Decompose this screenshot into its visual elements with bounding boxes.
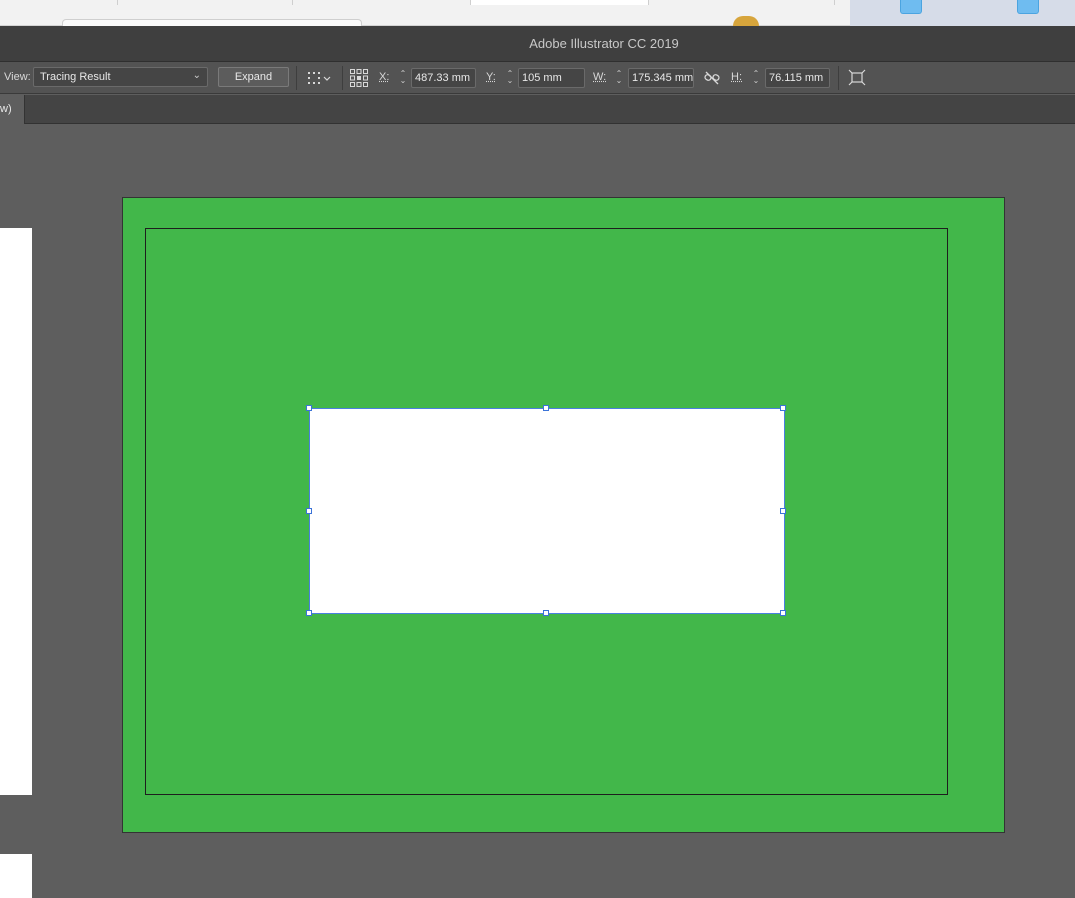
h-label: H: [731, 71, 742, 83]
selection-handle[interactable] [543, 405, 549, 411]
adjacent-artboard[interactable] [0, 854, 32, 898]
w-label: W: [593, 71, 607, 83]
folder-icon[interactable] [1017, 0, 1039, 14]
w-field[interactable]: 175.345 mm [628, 68, 694, 88]
selection-handle[interactable] [306, 610, 312, 616]
window-title: Adobe Illustrator CC 2019 [529, 36, 679, 51]
view-label: View: [4, 71, 31, 83]
document-tab-bar: w) [0, 95, 1075, 124]
adjacent-artboard[interactable] [0, 228, 32, 795]
h-field[interactable]: 76.115 mm [765, 68, 830, 88]
y-label: Y: [486, 71, 496, 83]
h-stepper[interactable]: ⌃ ⌄ [751, 70, 761, 86]
folder-icon[interactable] [900, 0, 922, 14]
desktop-area [850, 0, 1075, 26]
y-stepper[interactable]: ⌃ ⌄ [505, 70, 515, 86]
canvas[interactable] [0, 124, 1075, 898]
document-tab-label: w) [0, 103, 12, 115]
control-bar: View: Tracing Result ⌄ Expand X: ⌃ ⌄ 487… [0, 62, 1075, 94]
selection-handle[interactable] [780, 405, 786, 411]
x-label: X: [379, 71, 390, 83]
align-options-icon[interactable] [306, 68, 334, 88]
chevron-down-icon: ⌄ [192, 70, 201, 81]
y-field[interactable]: 105 mm [518, 68, 585, 88]
background-browser-strip [0, 0, 850, 29]
screen: Adobe Illustrator CC 2019 View: Tracing … [0, 0, 1075, 898]
selection-handle[interactable] [780, 508, 786, 514]
transform-icon[interactable] [847, 68, 867, 88]
background-app-icon [733, 16, 759, 26]
selected-white-rectangle[interactable] [309, 408, 785, 614]
selection-handle[interactable] [306, 405, 312, 411]
x-field[interactable]: 487.33 mm [411, 68, 476, 88]
x-stepper[interactable]: ⌃ ⌄ [398, 70, 408, 86]
reference-point-icon[interactable] [349, 68, 369, 88]
constrain-proportions-icon[interactable] [703, 68, 721, 88]
selection-handle[interactable] [306, 508, 312, 514]
selection-handle[interactable] [543, 610, 549, 616]
selection-handle[interactable] [780, 610, 786, 616]
view-dropdown-value: Tracing Result [40, 71, 111, 83]
document-tab[interactable]: w) [0, 95, 25, 124]
title-bar: Adobe Illustrator CC 2019 [0, 26, 1075, 62]
expand-button[interactable]: Expand [218, 67, 289, 87]
view-dropdown[interactable]: Tracing Result ⌄ [33, 67, 208, 87]
w-stepper[interactable]: ⌃ ⌄ [614, 70, 624, 86]
